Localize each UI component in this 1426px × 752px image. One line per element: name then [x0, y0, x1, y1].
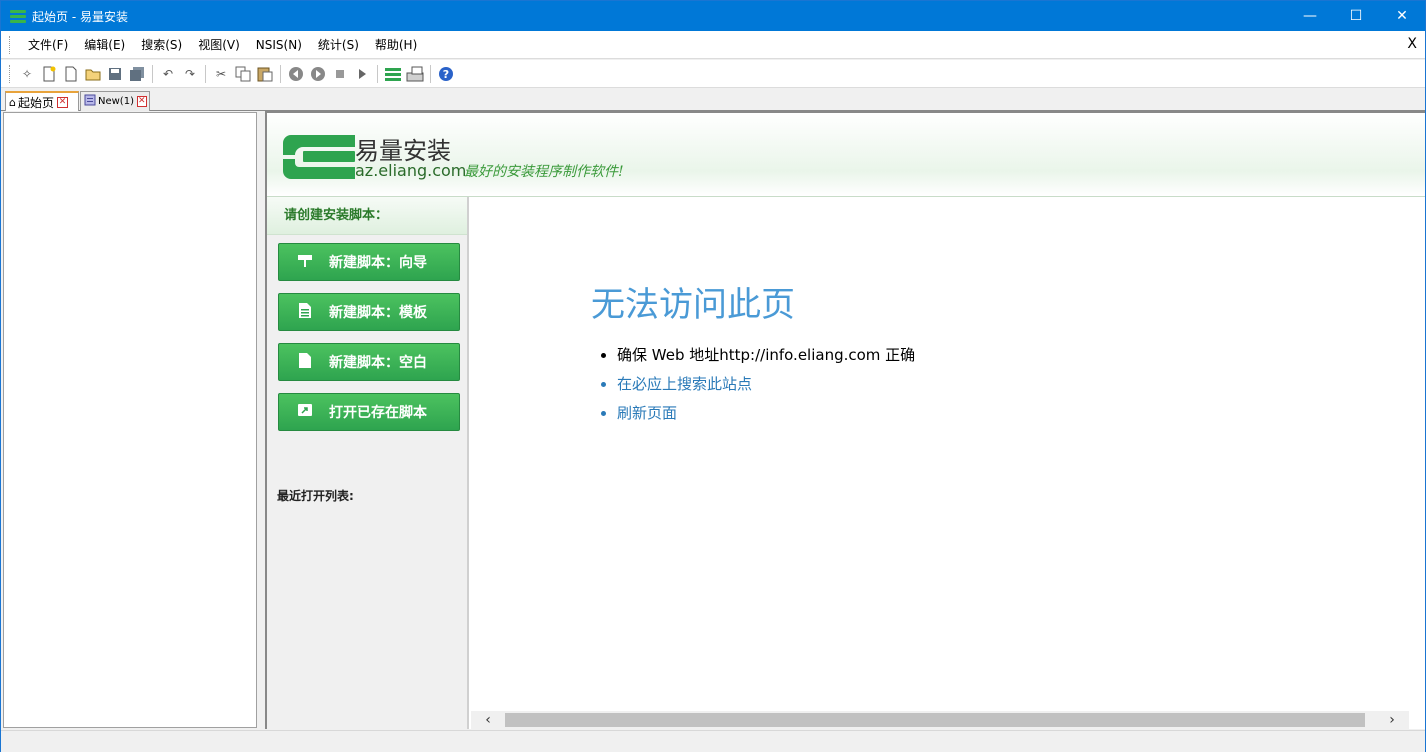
scrollbar-thumb[interactable]	[505, 713, 1365, 727]
new-script-blank-button[interactable]: 新建脚本：空白	[278, 343, 460, 381]
start-page: 易量安装 az.eliang.com 最好的安装程序制作软件! 请创建安装脚本：…	[265, 111, 1425, 729]
close-button[interactable]: ✕	[1379, 1, 1425, 31]
toolbar-separator	[280, 64, 281, 83]
sidebar-heading: 请创建安装脚本：	[267, 197, 467, 235]
logo-icon[interactable]	[382, 63, 404, 85]
tab-label: 起始页	[17, 95, 54, 110]
toolbar-separator	[430, 64, 431, 83]
menu-file[interactable]: 文件(F)	[20, 31, 76, 59]
project-tree-panel[interactable]	[3, 112, 257, 728]
brand-url: az.eliang.com	[355, 161, 467, 180]
back-icon[interactable]	[285, 63, 307, 85]
window-controls: — ☐ ✕	[1287, 1, 1425, 31]
menu-search[interactable]: 搜索(S)	[133, 31, 190, 59]
error-hint-url: 确保 Web 地址http://info.eliang.com 正确	[617, 341, 915, 370]
compile-icon[interactable]	[404, 63, 426, 85]
app-window: 起始页 - 易量安装 — ☐ ✕ 文件(F) 编辑(E) 搜索(S) 视图(V)…	[0, 0, 1426, 752]
app-logo-icon	[10, 9, 26, 23]
tab-label: New(1)	[98, 96, 134, 107]
tab-new-1[interactable]: New(1) ✕	[80, 91, 150, 111]
document-tabs: ⌂ 起始页 ✕ New(1) ✕	[1, 89, 1425, 111]
web-content-area: 无法访问此页 确保 Web 地址http://info.eliang.com 正…	[471, 197, 1425, 729]
wand-icon[interactable]: ✧	[16, 63, 38, 85]
save-all-icon[interactable]	[126, 63, 148, 85]
blank-document-icon	[295, 352, 315, 372]
error-title: 无法访问此页	[591, 285, 795, 325]
svg-text:?: ?	[443, 68, 449, 81]
menu-stats[interactable]: 统计(S)	[310, 31, 367, 59]
button-label: 新建脚本：模板	[329, 305, 427, 321]
start-page-sidebar: 请创建安装脚本： 新建脚本：向导 新建脚本：模板 新建脚本：空白 打开已存在脚本…	[267, 197, 469, 729]
brand-slogan: 最好的安装程序制作软件!	[464, 164, 624, 180]
document-lines-icon	[295, 302, 315, 322]
home-icon: ⌂	[9, 95, 16, 109]
button-label: 新建脚本：空白	[329, 355, 427, 371]
blank-file-icon[interactable]	[60, 63, 82, 85]
status-bar	[1, 730, 1425, 752]
stop-icon[interactable]	[329, 63, 351, 85]
run-icon[interactable]	[351, 63, 373, 85]
window-title: 起始页 - 易量安装	[32, 9, 128, 24]
close-tab-icon[interactable]: ✕	[136, 96, 147, 107]
undo-icon[interactable]: ↶	[157, 63, 179, 85]
menu-grip[interactable]	[9, 35, 12, 54]
button-label: 打开已存在脚本	[329, 405, 427, 421]
redo-icon[interactable]: ↷	[179, 63, 201, 85]
menu-bar: 文件(F) 编辑(E) 搜索(S) 视图(V) NSIS(N) 统计(S) 帮助…	[1, 31, 1425, 59]
minimize-button[interactable]: —	[1287, 1, 1333, 31]
close-tab-icon[interactable]: ✕	[57, 96, 68, 108]
toolbar-grip[interactable]	[9, 64, 12, 83]
horizontal-scrollbar[interactable]: ‹ ›	[471, 711, 1409, 729]
paste-icon[interactable]	[254, 63, 276, 85]
scroll-left-icon[interactable]: ‹	[471, 711, 505, 729]
help-icon[interactable]: ?	[435, 63, 457, 85]
refresh-page-link[interactable]: 刷新页面	[617, 399, 915, 428]
start-page-header: 易量安装 az.eliang.com 最好的安装程序制作软件!	[267, 113, 1425, 197]
toolbar: ✧ ↶ ↷ ✂ ?	[1, 60, 1425, 88]
script-file-icon	[84, 94, 96, 109]
toolbar-separator	[377, 64, 378, 83]
menu-edit[interactable]: 编辑(E)	[76, 31, 133, 59]
new-file-icon[interactable]	[38, 63, 60, 85]
signpost-icon	[295, 253, 315, 271]
recent-files-label: 最近打开列表:	[277, 489, 354, 503]
copy-icon[interactable]	[232, 63, 254, 85]
forward-icon[interactable]	[307, 63, 329, 85]
open-script-icon	[295, 404, 315, 420]
brand-logo-icon	[283, 135, 355, 179]
new-script-template-button[interactable]: 新建脚本：模板	[278, 293, 460, 331]
new-script-wizard-button[interactable]: 新建脚本：向导	[278, 243, 460, 281]
button-label: 新建脚本：向导	[329, 255, 427, 271]
scroll-right-icon[interactable]: ›	[1375, 711, 1409, 729]
menu-help[interactable]: 帮助(H)	[367, 31, 425, 59]
panel-splitter[interactable]	[258, 112, 264, 728]
toolbar-separator	[152, 64, 153, 83]
title-bar: 起始页 - 易量安装 — ☐ ✕	[1, 1, 1425, 31]
save-icon[interactable]	[104, 63, 126, 85]
toolbar-separator	[205, 64, 206, 83]
cut-icon[interactable]: ✂	[210, 63, 232, 85]
open-script-button[interactable]: 打开已存在脚本	[278, 393, 460, 431]
tab-start-page[interactable]: ⌂ 起始页 ✕	[5, 91, 79, 111]
menu-nsis[interactable]: NSIS(N)	[248, 31, 310, 59]
maximize-button[interactable]: ☐	[1333, 1, 1379, 31]
search-bing-link[interactable]: 在必应上搜索此站点	[617, 370, 915, 399]
open-folder-icon[interactable]	[82, 63, 104, 85]
error-suggestions: 确保 Web 地址http://info.eliang.com 正确 在必应上搜…	[617, 341, 915, 428]
menu-view[interactable]: 视图(V)	[190, 31, 248, 59]
close-document-button[interactable]: X	[1407, 36, 1417, 52]
